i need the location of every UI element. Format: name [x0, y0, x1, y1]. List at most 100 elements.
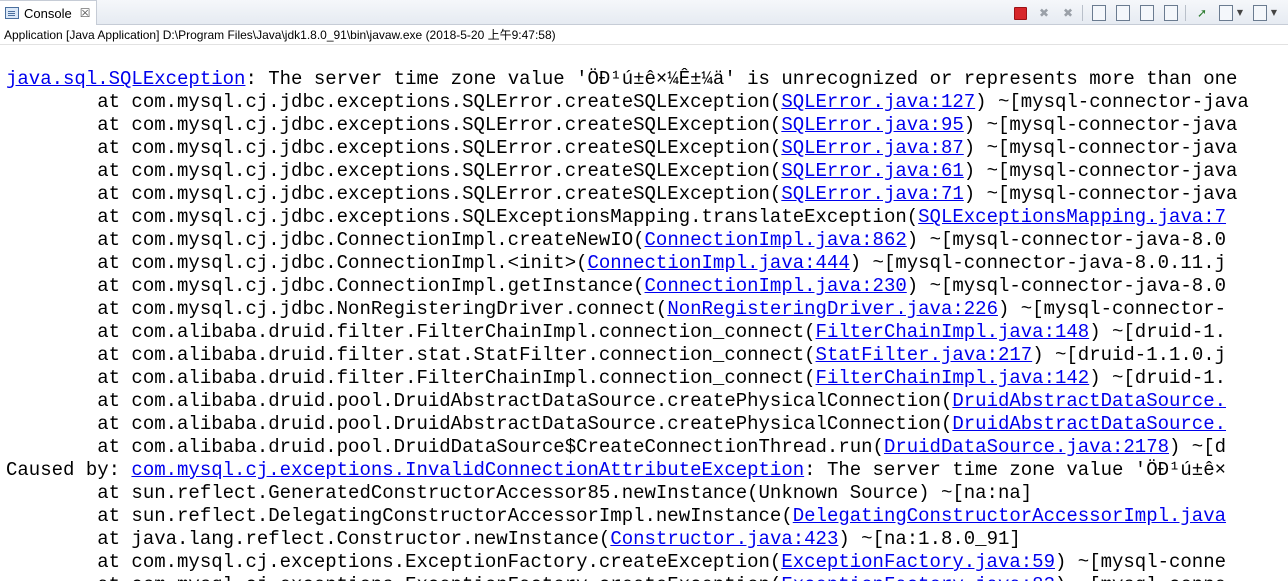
stack-trace-link[interactable]: StatFilter.java:217: [816, 344, 1033, 366]
console-line: at com.mysql.cj.jdbc.exceptions.SQLError…: [6, 137, 1288, 160]
console-line: at sun.reflect.GeneratedConstructorAcces…: [6, 482, 1288, 505]
console-line: at com.mysql.cj.jdbc.ConnectionImpl.getI…: [6, 275, 1288, 298]
stack-trace-link[interactable]: SQLError.java:127: [781, 91, 975, 113]
clear-console-icon: [1092, 5, 1106, 21]
console-text: at com.mysql.cj.jdbc.ConnectionImpl.getI…: [6, 275, 645, 297]
word-wrap-icon: [1140, 5, 1154, 21]
console-text: ) ~[mysql-connector-java: [963, 160, 1238, 182]
console-text: at com.mysql.cj.jdbc.exceptions.SQLError…: [6, 160, 782, 182]
stack-trace-link[interactable]: java.sql.SQLException: [6, 68, 245, 90]
open-console-icon: [1253, 5, 1267, 21]
stack-trace-link[interactable]: ExceptionFactory.java:59: [781, 551, 1055, 573]
console-line: at sun.reflect.DelegatingConstructorAcce…: [6, 505, 1288, 528]
close-icon[interactable]: ☒: [80, 7, 91, 19]
console-text: ) ~[druid-1.: [1089, 367, 1227, 389]
pin-console-button[interactable]: ➚: [1194, 5, 1210, 21]
console-line: java.sql.SQLException: The server time z…: [6, 68, 1288, 91]
stack-trace-link[interactable]: ConnectionImpl.java:862: [645, 229, 907, 251]
open-console-button[interactable]: [1252, 5, 1268, 21]
stack-trace-link[interactable]: NonRegisteringDriver.java:226: [667, 298, 998, 320]
console-line: at com.mysql.cj.jdbc.NonRegisteringDrive…: [6, 298, 1288, 321]
toolbar-separator: [1185, 5, 1186, 21]
console-tab-label: Console: [24, 5, 72, 21]
console-line: at com.mysql.cj.exceptions.ExceptionFact…: [6, 574, 1288, 581]
stack-trace-link[interactable]: DruidAbstractDataSource.: [952, 390, 1226, 412]
display-console-dropdown[interactable]: ▼: [1236, 5, 1244, 21]
console-text: at com.alibaba.druid.pool.DruidAbstractD…: [6, 390, 953, 412]
show-on-output-icon: [1164, 5, 1178, 21]
console-icon: [5, 7, 19, 19]
stack-trace-link[interactable]: DelegatingConstructorAccessorImpl.java: [793, 505, 1226, 527]
console-text: ) ~[mysql-connector-: [997, 298, 1227, 320]
console-text: ) ~[druid-1.: [1089, 321, 1227, 343]
display-console-button[interactable]: [1218, 5, 1234, 21]
console-text: at com.alibaba.druid.filter.FilterChainI…: [6, 321, 816, 343]
console-text: at com.alibaba.druid.filter.FilterChainI…: [6, 367, 816, 389]
console-line: at com.alibaba.druid.filter.stat.StatFil…: [6, 344, 1288, 367]
stack-trace-link[interactable]: DruidDataSource.java:2178: [884, 436, 1169, 458]
console-line: at com.alibaba.druid.pool.DruidDataSourc…: [6, 436, 1288, 459]
console-line: at com.mysql.cj.jdbc.exceptions.SQLExcep…: [6, 206, 1288, 229]
console-line: at com.mysql.cj.jdbc.exceptions.SQLError…: [6, 114, 1288, 137]
console-text: at com.mysql.cj.jdbc.exceptions.SQLError…: [6, 91, 782, 113]
console-text: ) ~[druid-1.1.0.j: [1032, 344, 1227, 366]
console-text: at com.mysql.cj.jdbc.exceptions.SQLError…: [6, 137, 782, 159]
scroll-lock-button[interactable]: [1115, 5, 1131, 21]
stack-trace-link[interactable]: SQLError.java:71: [781, 183, 963, 205]
console-text: at sun.reflect.DelegatingConstructorAcce…: [6, 505, 793, 527]
console-text: at com.mysql.cj.exceptions.ExceptionFact…: [6, 574, 781, 581]
console-line: at com.mysql.cj.jdbc.ConnectionImpl.crea…: [6, 229, 1288, 252]
console-text: ) ~[mysql-conne: [1054, 551, 1227, 573]
word-wrap-button[interactable]: [1139, 5, 1155, 21]
open-console-dropdown[interactable]: ▼: [1270, 5, 1278, 21]
stack-trace-link[interactable]: DruidAbstractDataSource.: [952, 413, 1226, 435]
console-text: Caused by:: [6, 459, 132, 481]
console-line: at com.mysql.cj.exceptions.ExceptionFact…: [6, 551, 1288, 574]
remove-all-launches-button[interactable]: ✖: [1060, 5, 1076, 21]
console-line: at com.alibaba.druid.filter.FilterChainI…: [6, 321, 1288, 344]
console-text: at com.mysql.cj.jdbc.NonRegisteringDrive…: [6, 298, 668, 320]
console-text: ) ~[mysql-connector-java: [963, 183, 1238, 205]
console-line: at com.mysql.cj.jdbc.exceptions.SQLError…: [6, 160, 1288, 183]
clear-console-button[interactable]: [1091, 5, 1107, 21]
console-text: ) ~[mysql-connector-java-8.0: [906, 275, 1227, 297]
stack-trace-link[interactable]: FilterChainImpl.java:148: [816, 321, 1090, 343]
console-text: at com.alibaba.druid.pool.DruidDataSourc…: [6, 436, 884, 458]
chevron-down-icon: ▼: [1236, 8, 1244, 17]
stack-trace-link[interactable]: ConnectionImpl.java:230: [645, 275, 907, 297]
console-text: ) ~[mysql-connector-java: [963, 137, 1238, 159]
console-tab[interactable]: Console ☒: [0, 0, 97, 25]
terminate-button[interactable]: [1012, 5, 1028, 21]
remove-all-icon: ✖: [1062, 6, 1074, 20]
console-line: at com.alibaba.druid.filter.FilterChainI…: [6, 367, 1288, 390]
console-line: Caused by: com.mysql.cj.exceptions.Inval…: [6, 459, 1288, 482]
console-text: at com.mysql.cj.jdbc.exceptions.SQLExcep…: [6, 206, 919, 228]
console-line: at com.mysql.cj.jdbc.exceptions.SQLError…: [6, 183, 1288, 206]
stack-trace-link[interactable]: SQLError.java:95: [781, 114, 963, 136]
console-text: at com.alibaba.druid.pool.DruidAbstractD…: [6, 413, 953, 435]
console-output[interactable]: java.sql.SQLException: The server time z…: [0, 46, 1288, 581]
stack-trace-link[interactable]: ExceptionFactory.java:83: [781, 574, 1055, 581]
remove-launch-icon: ✖: [1038, 6, 1050, 20]
console-text: ) ~[mysql-connector-java-8.0.11.j: [849, 252, 1227, 274]
console-text: ) ~[d: [1169, 436, 1227, 458]
stack-trace-link[interactable]: ConnectionImpl.java:444: [588, 252, 850, 274]
stack-trace-link[interactable]: SQLError.java:87: [781, 137, 963, 159]
remove-launch-button[interactable]: ✖: [1036, 5, 1052, 21]
console-text: at com.mysql.cj.jdbc.ConnectionImpl.crea…: [6, 229, 645, 251]
console-toolbar: ✖ ✖ ➚ ▼ ▼: [1004, 4, 1278, 22]
console-text: : The server time zone value 'ÖÐ¹ú±ê×¼Ê±…: [245, 68, 1238, 90]
stack-trace-link[interactable]: FilterChainImpl.java:142: [816, 367, 1090, 389]
pin-console-icon: ➚: [1196, 6, 1208, 20]
console-text: ) ~[mysql-connector-java-8.0: [906, 229, 1227, 251]
console-line: at com.mysql.cj.jdbc.ConnectionImpl.<ini…: [6, 252, 1288, 275]
console-text: ) ~[na:1.8.0_91]: [838, 528, 1021, 550]
console-text: ) ~[mysql-conne: [1055, 574, 1226, 581]
stack-trace-link[interactable]: SQLExceptionsMapping.java:7: [918, 206, 1226, 228]
stack-trace-link[interactable]: Constructor.java:423: [610, 528, 838, 550]
stack-trace-link[interactable]: com.mysql.cj.exceptions.InvalidConnectio…: [131, 459, 804, 481]
console-text: at com.mysql.cj.jdbc.ConnectionImpl.<ini…: [6, 252, 588, 274]
console-text: ) ~[mysql-connector-java: [963, 114, 1238, 136]
stack-trace-link[interactable]: SQLError.java:61: [781, 160, 963, 182]
show-on-output-button[interactable]: [1163, 5, 1179, 21]
